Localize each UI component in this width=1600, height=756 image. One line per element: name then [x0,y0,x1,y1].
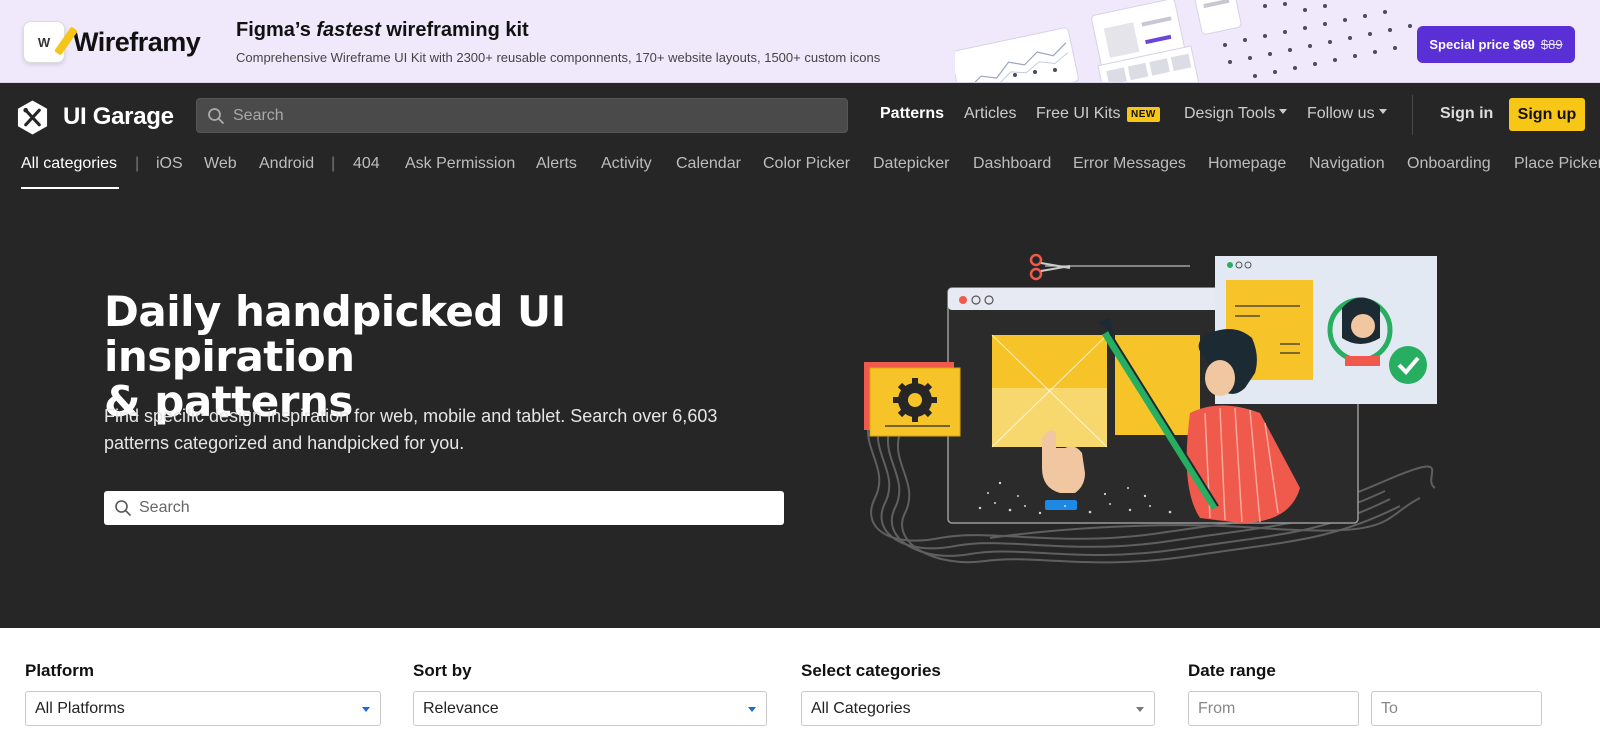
category-404[interactable]: 404 [353,155,380,173]
platform-label: Platform [25,661,94,680]
date-from-field[interactable] [1188,691,1359,726]
header-search-input[interactable] [197,99,847,132]
hero-subtitle: Find specific design inspiration for web… [104,406,718,453]
category-activity[interactable]: Activity [601,155,652,173]
category-android[interactable]: Android [259,155,314,173]
category-navigation[interactable]: Navigation [1309,155,1385,173]
promo-title-emphasis: fastest [316,19,381,41]
sign-in-link[interactable]: Sign in [1440,105,1493,123]
date-to-input[interactable] [1372,692,1541,725]
wireframy-logo[interactable]: W Wireframy [23,21,201,63]
wireframy-brand: Wireframy [73,26,201,57]
designer-illustration [864,253,1437,564]
category-error-messages[interactable]: Error Messages [1073,155,1186,173]
search-icon [207,107,225,130]
category-datepicker[interactable]: Datepicker [873,155,949,173]
chevron-down-icon [748,707,756,712]
sign-up-button[interactable]: Sign up [1509,98,1585,131]
category-all[interactable]: All categories [21,155,117,173]
sort-by-select-value: Relevance [423,699,499,717]
chevron-down-icon [1378,109,1387,115]
nav-follow-us[interactable]: Follow us [1307,105,1387,123]
new-badge: NEW [1127,107,1160,122]
chevron-down-icon [1279,109,1288,115]
sort-by-select[interactable]: Relevance [413,691,767,726]
platform-select[interactable]: All Platforms [25,691,381,726]
filter-bar: Platform All Platforms Sort by Relevance… [0,628,1600,756]
special-price-label: Special price $69 [1429,37,1535,52]
ui-garage-logo[interactable]: UI Garage [16,99,174,135]
category-ask-permission[interactable]: Ask Permission [405,155,515,173]
promo-banner[interactable]: W Wireframy Figma’s fastest wireframing … [0,0,1600,83]
category-nav: All categories | iOS Web Android | 404 A… [0,153,1600,191]
chevron-down-icon [362,707,370,712]
category-ios[interactable]: iOS [156,155,183,173]
date-to-field[interactable] [1371,691,1542,726]
old-price: $89 [1540,37,1563,52]
nav-follow-us-label: Follow us [1307,105,1375,122]
category-color-picker[interactable]: Color Picker [763,155,850,173]
ui-garage-logo-text: UI Garage [63,103,174,130]
category-calendar[interactable]: Calendar [676,155,741,173]
promo-title-suffix: wireframing kit [380,19,529,41]
chevron-down-icon [1136,707,1144,712]
categories-select-value: All Categories [811,699,911,717]
category-onboarding[interactable]: Onboarding [1407,155,1491,173]
hero-search-input[interactable] [104,491,784,525]
special-price-button[interactable]: Special price $69 $89 [1417,26,1575,63]
hero-search[interactable] [104,491,784,525]
category-web[interactable]: Web [204,155,237,173]
wireframy-logo-icon: W [23,21,78,63]
category-dashboard[interactable]: Dashboard [973,155,1051,173]
sort-by-label: Sort by [413,661,472,680]
category-alerts[interactable]: Alerts [536,155,577,173]
categories-select[interactable]: All Categories [801,691,1155,726]
category-separator: | [135,155,140,172]
category-place-picker[interactable]: Place Picker [1514,155,1600,173]
date-from-input[interactable] [1189,692,1358,725]
nav-design-tools[interactable]: Design Tools [1184,105,1288,123]
category-separator: | [331,155,336,172]
nav-free-ui-kits[interactable]: Free UI Kits [1036,105,1120,123]
nav-patterns[interactable]: Patterns [880,105,944,123]
site-header: UI Garage Patterns Articles Free UI Kits… [0,83,1600,628]
select-categories-label: Select categories [801,661,941,680]
date-range-label: Date range [1188,661,1276,680]
hero-title-line-1: Daily handpicked UI inspiration [104,287,566,381]
nav-articles[interactable]: Articles [964,105,1016,123]
promo-subtitle: Comprehensive Wireframe UI Kit with 2300… [236,50,881,65]
ui-garage-logo-icon [16,99,49,135]
promo-title: Figma’s fastest wireframing kit [236,19,529,42]
search-icon [114,499,132,522]
wireframy-logo-letter: W [37,34,51,50]
promo-title-prefix: Figma’s [236,19,317,41]
header-search[interactable] [196,98,848,133]
platform-select-value: All Platforms [35,699,125,717]
category-homepage[interactable]: Homepage [1208,155,1286,173]
nav-divider [1412,95,1413,135]
nav-design-tools-label: Design Tools [1184,105,1276,122]
wireframe-kit-preview-illustration [955,0,1412,82]
active-category-underline [21,187,119,189]
